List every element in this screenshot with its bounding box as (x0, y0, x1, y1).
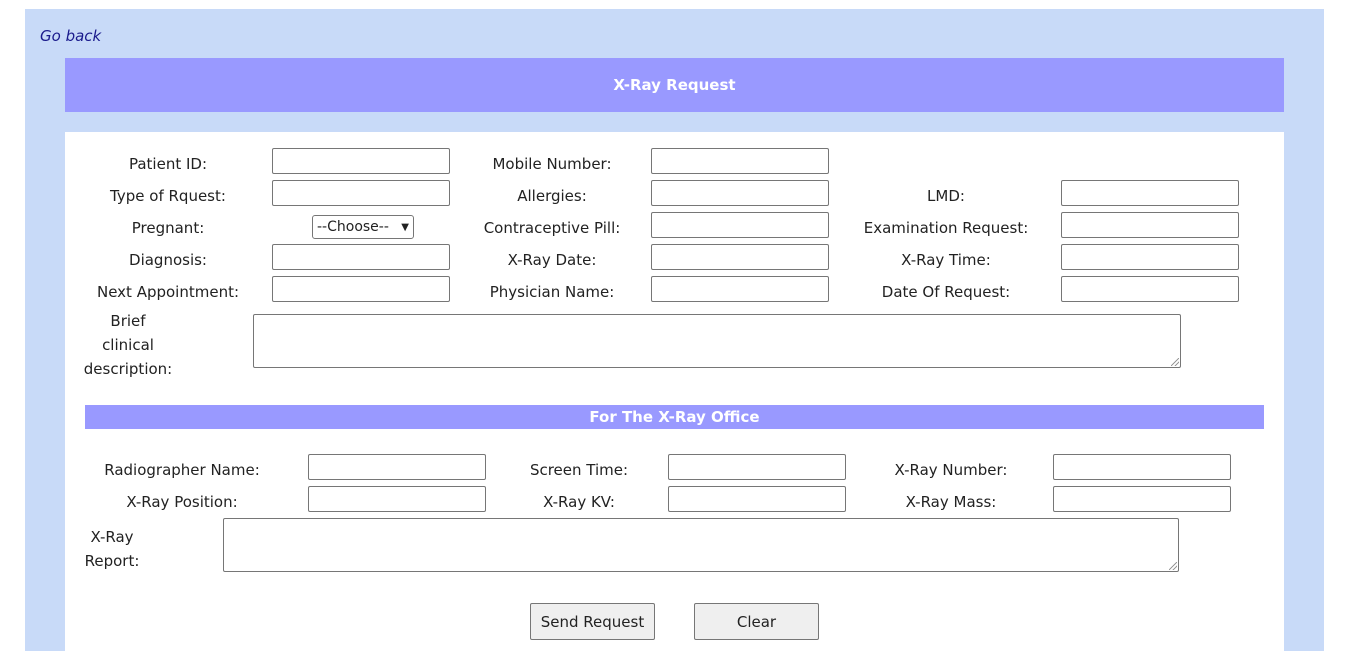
brief-label-line: Brief (110, 312, 146, 330)
xray-number-input[interactable] (1053, 454, 1231, 480)
lmd-label: LMD: (927, 187, 965, 205)
form-panel (65, 132, 1284, 651)
xray-report-label: X-Ray Report: (80, 525, 144, 573)
xray-time-label: X-Ray Time: (901, 251, 991, 269)
radiographer-name-input[interactable] (308, 454, 486, 480)
chevron-down-icon: ▼ (401, 221, 409, 233)
contraceptive-pill-label: Contraceptive Pill: (483, 219, 621, 237)
report-label-line: Report: (84, 552, 140, 570)
xray-position-input[interactable] (308, 486, 486, 512)
mobile-number-label: Mobile Number: (492, 155, 612, 173)
brief-label-line: description: (83, 360, 173, 378)
xray-number-label: X-Ray Number: (894, 461, 1008, 479)
page-header: X-Ray Request (65, 58, 1284, 112)
physician-name-label: Physician Name: (489, 283, 615, 301)
date-of-request-input[interactable] (1061, 276, 1239, 302)
office-section-title: For The X-Ray Office (589, 408, 760, 426)
examination-request-input[interactable] (1061, 212, 1239, 238)
date-of-request-label: Date Of Request: (881, 283, 1011, 301)
page-title: X-Ray Request (613, 76, 736, 94)
send-request-button[interactable]: Send Request (530, 603, 655, 640)
screen-time-label: Screen Time: (529, 461, 629, 479)
contraceptive-pill-input[interactable] (651, 212, 829, 238)
allergies-label: Allergies: (517, 187, 587, 205)
xray-position-label: X-Ray Position: (126, 493, 238, 511)
xray-kv-input[interactable] (668, 486, 846, 512)
go-back-link[interactable]: Go back (40, 27, 101, 45)
patient-id-input[interactable] (272, 148, 450, 174)
report-label-line: X-Ray (90, 528, 134, 546)
resize-grip-icon[interactable] (1171, 358, 1179, 366)
xray-kv-label: X-Ray KV: (543, 493, 615, 511)
office-section-header: For The X-Ray Office (85, 405, 1264, 429)
radiographer-name-label: Radiographer Name: (104, 461, 260, 479)
xray-time-input[interactable] (1061, 244, 1239, 270)
allergies-input[interactable] (651, 180, 829, 206)
brief-label-line: clinical (102, 336, 154, 354)
mobile-number-input[interactable] (651, 148, 829, 174)
xray-date-label: X-Ray Date: (507, 251, 597, 269)
physician-name-input[interactable] (651, 276, 829, 302)
diagnosis-input[interactable] (272, 244, 450, 270)
type-of-request-label: Type of Rquest: (110, 187, 226, 205)
patient-id-label: Patient ID: (128, 155, 208, 173)
brief-clinical-description-textarea[interactable] (253, 314, 1181, 368)
pregnant-label: Pregnant: (131, 219, 205, 237)
xray-report-textarea[interactable] (223, 518, 1179, 572)
next-appointment-label: Next Appointment: (96, 283, 240, 301)
lmd-input[interactable] (1061, 180, 1239, 206)
type-of-request-input[interactable] (272, 180, 450, 206)
xray-mass-input[interactable] (1053, 486, 1231, 512)
examination-request-label: Examination Request: (863, 219, 1029, 237)
clear-button[interactable]: Clear (694, 603, 819, 640)
screen-time-input[interactable] (668, 454, 846, 480)
xray-date-input[interactable] (651, 244, 829, 270)
pregnant-select-value: --Choose-- (317, 219, 389, 235)
next-appointment-input[interactable] (272, 276, 450, 302)
diagnosis-label: Diagnosis: (129, 251, 207, 269)
xray-mass-label: X-Ray Mass: (905, 493, 997, 511)
pregnant-select[interactable]: --Choose-- ▼ (312, 215, 414, 239)
brief-clinical-description-label: Brief clinical description: (80, 309, 176, 381)
resize-grip-icon[interactable] (1169, 562, 1177, 570)
